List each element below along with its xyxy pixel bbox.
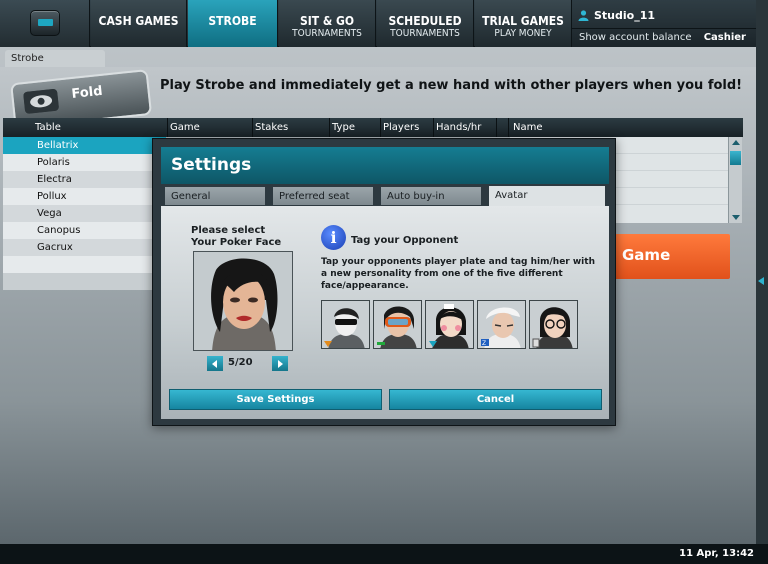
- tab-label: STROBE: [208, 14, 257, 28]
- column-header-table[interactable]: Table: [35, 122, 61, 133]
- eye-icon: [23, 88, 60, 115]
- side-panel-toggle[interactable]: [756, 0, 768, 544]
- user-icon: [578, 10, 589, 21]
- join-game-label: Game: [622, 246, 671, 264]
- section-tab-strobe[interactable]: Strobe: [5, 50, 105, 68]
- scroll-down-icon[interactable]: [732, 215, 740, 220]
- table-row[interactable]: Electra: [3, 171, 166, 188]
- tag-face-option[interactable]: [321, 300, 370, 349]
- column-separator: [252, 118, 253, 137]
- column-header-type[interactable]: Type: [332, 122, 355, 133]
- tab-preferred-seat[interactable]: Preferred seat: [273, 187, 373, 205]
- glasses-face-icon: [530, 301, 577, 348]
- tab-label: CASH GAMES: [98, 14, 179, 28]
- tab-label: Auto buy-in: [387, 191, 445, 202]
- promo-headline: Play Strobe and immediately get a new ha…: [160, 78, 743, 93]
- tab-sublabel: TOURNAMENTS: [390, 28, 460, 39]
- sunglasses-face-icon: [322, 301, 369, 348]
- tab-sublabel: TOURNAMENTS: [292, 28, 362, 39]
- save-settings-button[interactable]: Save Settings: [169, 389, 382, 410]
- diver-mask-face-icon: [374, 301, 421, 348]
- sleepy-face-icon: Z: [478, 301, 525, 348]
- tag-face-option[interactable]: [373, 300, 422, 349]
- tab-sublabel: PLAY MONEY: [494, 28, 552, 39]
- tag-opponent-description: Tap your opponents player plate and tag …: [321, 257, 595, 291]
- column-separator: [508, 118, 509, 137]
- save-settings-label: Save Settings: [236, 394, 315, 405]
- avatar-face-icon: [194, 252, 292, 350]
- tab-scheduled-tournaments[interactable]: SCHEDULED TOURNAMENTS: [377, 0, 474, 47]
- chevron-left-icon: [758, 277, 764, 285]
- tab-label: Preferred seat: [279, 191, 350, 202]
- tab-auto-buy-in[interactable]: Auto buy-in: [381, 187, 481, 205]
- tab-general[interactable]: General: [165, 187, 265, 205]
- poker-face-label-line2: Your Poker Face: [191, 237, 282, 248]
- tab-cash-games[interactable]: CASH GAMES: [91, 0, 187, 47]
- table-list: Bellatrix Polaris Electra Pollux Vega Ca…: [3, 137, 166, 290]
- app-logo-icon: [30, 10, 60, 36]
- info-icon: i: [321, 225, 346, 250]
- svg-text:Z: Z: [482, 340, 486, 347]
- table-list-header: Table Game Stakes Type Players Hands/hr …: [3, 118, 743, 137]
- list-scrollbar[interactable]: [728, 137, 742, 223]
- column-header-game[interactable]: Game: [170, 122, 200, 133]
- scroll-up-icon[interactable]: [732, 140, 740, 145]
- tab-strobe[interactable]: STROBE: [188, 0, 278, 47]
- cashier-link[interactable]: Cashier: [704, 32, 746, 43]
- tab-label: SCHEDULED: [388, 14, 462, 28]
- column-separator: [496, 118, 497, 137]
- next-face-button[interactable]: [272, 356, 288, 371]
- dialog-title-bar: Settings: [161, 147, 609, 184]
- blushing-face-icon: [426, 301, 473, 348]
- show-balance-link[interactable]: Show account balance: [579, 32, 692, 43]
- tab-label: Avatar: [495, 190, 528, 201]
- previous-face-button[interactable]: [207, 356, 223, 371]
- table-row[interactable]: Vega: [3, 205, 166, 222]
- tab-label: General: [171, 191, 211, 202]
- tag-face-option[interactable]: [529, 300, 578, 349]
- poker-face-label: Please select Your Poker Face: [191, 225, 311, 249]
- divider: [572, 28, 768, 29]
- table-row-empty: [3, 256, 166, 273]
- top-nav: CASH GAMES STROBE SIT & GO TOURNAMENTS S…: [0, 0, 768, 47]
- column-header-name[interactable]: Name: [513, 122, 543, 133]
- status-bar: 11 Apr, 13:42: [0, 544, 768, 564]
- tab-sit-and-go[interactable]: SIT & GO TOURNAMENTS: [279, 0, 376, 47]
- tab-label: TRIAL GAMES: [482, 14, 564, 28]
- cancel-button[interactable]: Cancel: [389, 389, 602, 410]
- column-separator: [329, 118, 330, 137]
- table-row[interactable]: Polaris: [3, 154, 166, 171]
- column-header-hands-per-hour[interactable]: Hands/hr: [436, 122, 481, 133]
- table-row[interactable]: Bellatrix: [3, 137, 166, 154]
- join-game-button[interactable]: Game: [600, 234, 730, 279]
- settings-dialog: Settings General Preferred seat Auto buy…: [152, 138, 616, 426]
- tab-trial-games[interactable]: TRIAL GAMES PLAY MONEY: [475, 0, 572, 47]
- cancel-label: Cancel: [476, 394, 515, 405]
- scroll-thumb[interactable]: [730, 151, 741, 165]
- tab-avatar[interactable]: Avatar: [489, 186, 605, 206]
- tag-face-option[interactable]: [425, 300, 474, 349]
- face-pager-count: 5/20: [228, 357, 253, 368]
- column-header-players[interactable]: Players: [383, 122, 419, 133]
- dialog-title: Settings: [171, 155, 252, 175]
- username: Studio_11: [594, 9, 656, 22]
- table-row[interactable]: Pollux: [3, 188, 166, 205]
- datetime: 11 Apr, 13:42: [679, 548, 754, 559]
- home-button[interactable]: [0, 0, 90, 47]
- column-separator: [433, 118, 434, 137]
- table-row[interactable]: Gacrux: [3, 239, 166, 256]
- tab-label: SIT & GO: [299, 14, 355, 28]
- avatar-portrait: [193, 251, 293, 351]
- dialog-tabs: General Preferred seat Auto buy-in Avata…: [161, 184, 609, 206]
- tag-face-option[interactable]: Z: [477, 300, 526, 349]
- column-header-stakes[interactable]: Stakes: [255, 122, 288, 133]
- column-separator: [167, 118, 168, 137]
- account-panel: Studio_11 Show account balance Cashier: [572, 0, 768, 47]
- poker-face-label-line1: Please select: [191, 225, 266, 236]
- tag-opponent-title: Tag your Opponent: [351, 235, 459, 246]
- opponent-tag-faces: Z: [321, 300, 581, 350]
- table-row[interactable]: Canopus: [3, 222, 166, 239]
- column-separator: [380, 118, 381, 137]
- avatar-tab-panel: Please select Your Poker Face 5/20 i Tag…: [161, 206, 609, 419]
